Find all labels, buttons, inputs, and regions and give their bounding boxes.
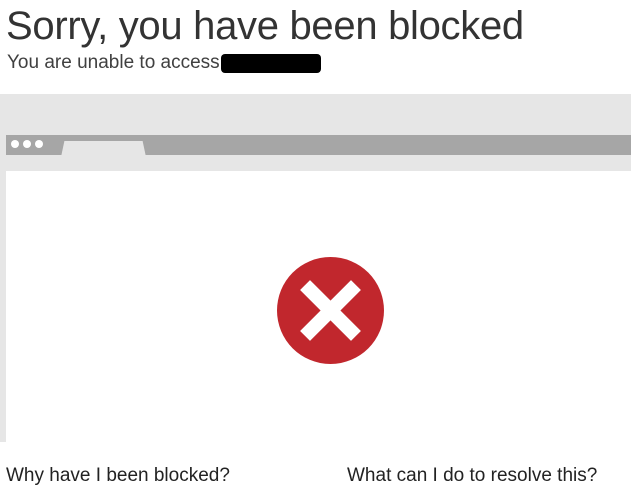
page-header: Sorry, you have been blocked You are una… (0, 0, 631, 94)
error-x-circle-icon (277, 257, 384, 364)
why-blocked-link[interactable]: Why have I been blocked? (6, 464, 230, 488)
resolve-link[interactable]: What can I do to resolve this? (347, 464, 597, 488)
window-dot (35, 140, 43, 148)
subtitle-text: You are unable to access (7, 52, 220, 73)
page-title: Sorry, you have been blocked (6, 4, 524, 48)
browser-tab (61, 141, 146, 157)
window-controls-icon (11, 140, 43, 148)
subtitle: You are unable to access (7, 51, 321, 75)
window-dot (11, 140, 19, 148)
redacted-domain (220, 53, 321, 73)
window-dot (23, 140, 31, 148)
